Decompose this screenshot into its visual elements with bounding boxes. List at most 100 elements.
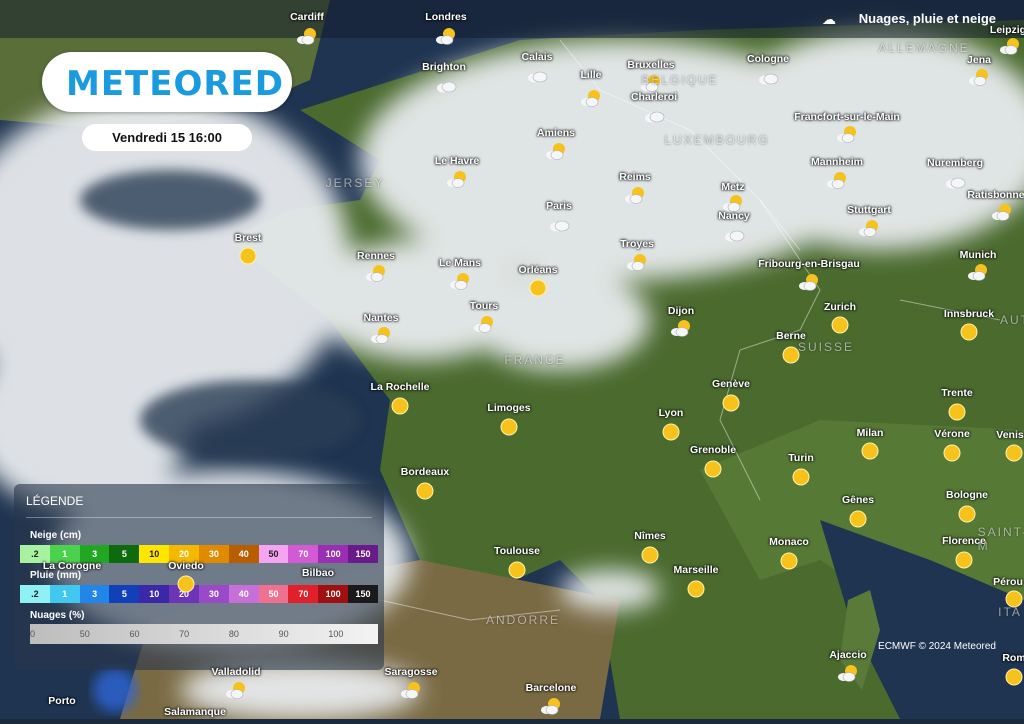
partly-cloudy-icon[interactable] [364,262,388,286]
meteored-logo[interactable]: METEORED [42,52,292,112]
city-label[interactable]: Barcelone [526,682,577,694]
sunny-icon[interactable] [638,543,662,567]
sunny-icon[interactable] [952,548,976,572]
partly-cloudy-icon[interactable] [434,25,458,49]
partly-cloudy-icon[interactable] [625,251,649,275]
city-label[interactable]: Calais [522,51,553,63]
city-label[interactable]: Paris [546,200,572,212]
layer-title[interactable]: Nuages, pluie et neige [859,11,996,26]
city-label[interactable]: Porto [48,695,75,707]
city-label[interactable]: Toulouse [494,545,540,557]
partly-cloudy-icon[interactable] [857,217,881,241]
city-label[interactable]: Bilbao [302,567,334,579]
cloudy-icon[interactable] [525,64,549,88]
city-label[interactable]: Amiens [537,127,575,139]
city-label[interactable]: Francfort-sur-le-Main [794,111,900,123]
partly-cloudy-icon[interactable] [967,66,991,90]
partly-cloudy-icon[interactable] [539,695,563,719]
city-label[interactable]: Oviedo [168,560,204,572]
sunny-icon[interactable] [174,572,198,596]
sunny-icon[interactable] [789,465,813,489]
cloudy-icon[interactable] [943,170,967,194]
cloudy-icon[interactable] [722,223,746,247]
sunny-icon[interactable] [236,244,260,268]
city-label[interactable]: Jena [967,54,991,66]
city-label[interactable]: Vérone [934,428,970,440]
city-label[interactable]: Le Havre [435,155,479,167]
partly-cloudy-icon[interactable] [623,184,647,208]
partly-cloudy-icon[interactable] [990,201,1014,225]
sunny-icon[interactable] [701,457,725,481]
city-label[interactable]: Saragosse [384,666,437,678]
partly-cloudy-icon[interactable] [836,662,860,686]
partly-cloudy-icon[interactable] [295,25,319,49]
sunny-icon[interactable] [719,391,743,415]
date-label[interactable]: Vendredi 15 16:00 [82,124,252,151]
city-label[interactable]: La Corogne [43,560,101,572]
sunny-icon[interactable] [957,320,981,344]
city-label[interactable]: Marseille [674,564,719,576]
city-label[interactable]: Orléans [518,264,557,276]
partly-cloudy-icon[interactable] [579,87,603,111]
city-label[interactable]: Innsbruck [944,308,994,320]
partly-cloudy-icon[interactable] [369,324,393,348]
city-label[interactable]: Cologne [747,53,789,65]
sunny-icon[interactable] [526,276,550,300]
city-label[interactable]: Venis [996,429,1023,441]
sunny-icon[interactable] [1002,441,1024,465]
sunny-icon[interactable] [828,313,852,337]
city-label[interactable]: Stuttgart [847,204,891,216]
cloudy-icon[interactable] [642,104,666,128]
partly-cloudy-icon[interactable] [399,679,423,703]
city-label[interactable]: Monaco [769,536,809,548]
sunny-icon[interactable] [777,549,801,573]
city-label[interactable]: Troyes [620,238,654,250]
city-label[interactable]: Salamanque [164,706,226,718]
city-label[interactable]: Lille [580,69,601,81]
city-label[interactable]: Lyon [659,407,684,419]
city-label[interactable]: Trente [941,387,973,399]
city-label[interactable]: Nantes [363,312,398,324]
city-label[interactable]: Dijon [668,305,694,317]
city-label[interactable]: Ratisbonne [967,189,1024,201]
city-label[interactable]: Turin [788,452,813,464]
city-label[interactable]: Limoges [487,402,530,414]
cloudy-icon[interactable] [434,74,458,98]
partly-cloudy-icon[interactable] [448,270,472,294]
sunny-icon[interactable] [945,400,969,424]
partly-cloudy-icon[interactable] [797,271,821,295]
city-label[interactable]: Nuremberg [927,157,983,169]
partly-cloudy-icon[interactable] [544,140,568,164]
sunny-icon[interactable] [955,502,979,526]
city-label[interactable]: Rennes [357,250,395,262]
city-label[interactable]: Bologne [946,489,988,501]
partly-cloudy-icon[interactable] [825,169,849,193]
city-label[interactable]: Ajaccio [829,649,866,661]
city-label[interactable]: Le Mans [439,257,481,269]
partly-cloudy-icon[interactable] [966,261,990,285]
sunny-icon[interactable] [1002,665,1024,689]
sunny-icon[interactable] [388,394,412,418]
city-label[interactable]: Rom [1002,652,1024,664]
city-label[interactable]: Reims [619,171,651,183]
city-label[interactable]: Mannheim [811,156,863,168]
city-label[interactable]: Gênes [842,494,874,506]
city-label[interactable]: Valladolid [211,666,260,678]
sunny-icon[interactable] [659,420,683,444]
partly-cloudy-icon[interactable] [472,313,496,337]
city-label[interactable]: Brest [235,232,262,244]
city-label[interactable]: Cardiff [290,11,324,23]
city-label[interactable]: Zurich [824,301,856,313]
city-label[interactable]: Charleroi [631,91,677,103]
city-label[interactable]: La Rochelle [371,381,430,393]
city-label[interactable]: Munich [960,249,997,261]
sunny-icon[interactable] [684,577,708,601]
city-label[interactable]: Nîmes [634,530,666,542]
city-label[interactable]: Genève [712,378,750,390]
partly-cloudy-icon[interactable] [445,168,469,192]
city-label[interactable]: Londres [425,11,466,23]
partly-cloudy-icon[interactable] [835,123,859,147]
city-label[interactable]: Milan [857,427,884,439]
sunny-icon[interactable] [497,415,521,439]
city-label[interactable]: Brighton [422,61,466,73]
